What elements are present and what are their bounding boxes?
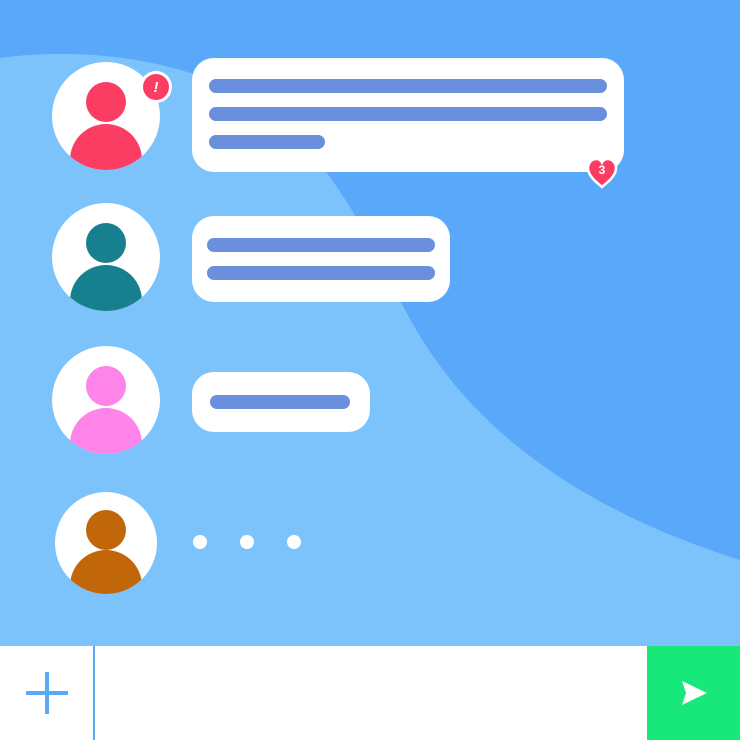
avatar-body — [70, 408, 142, 454]
reaction-count: 3 — [598, 163, 606, 177]
avatar-body — [70, 124, 142, 170]
heart-reaction[interactable]: 3 — [585, 156, 619, 190]
send-arrow-icon — [681, 681, 707, 705]
message-line — [209, 79, 607, 93]
message-line — [210, 395, 350, 409]
send-button[interactable] — [647, 646, 740, 740]
message-bubble-2[interactable] — [192, 216, 450, 302]
message-composer — [0, 646, 740, 740]
add-attachment-button[interactable] — [0, 646, 93, 740]
message-input[interactable] — [96, 646, 646, 740]
avatar-user-1[interactable] — [52, 62, 160, 170]
message-bubble-1[interactable] — [192, 58, 624, 172]
avatar-user-3[interactable] — [52, 346, 160, 454]
plus-icon — [25, 672, 68, 714]
message-line — [209, 135, 325, 149]
avatar-body — [70, 265, 142, 311]
message-bubble-3[interactable] — [192, 372, 370, 432]
avatar-head — [86, 82, 126, 122]
typing-dot — [193, 535, 207, 549]
typing-dot — [240, 535, 254, 549]
chat-area: ! 3 — [0, 0, 740, 646]
avatar-head — [86, 366, 126, 406]
typing-dot — [287, 535, 301, 549]
avatar-user-4[interactable] — [55, 492, 157, 594]
avatar-head — [86, 510, 126, 550]
composer-divider — [93, 646, 95, 740]
avatar-user-2[interactable] — [52, 203, 160, 311]
message-line — [207, 238, 435, 252]
alert-badge: ! — [143, 74, 169, 100]
avatar-body — [70, 550, 142, 594]
message-line — [209, 107, 607, 121]
avatar-head — [86, 223, 126, 263]
message-line — [207, 266, 435, 280]
